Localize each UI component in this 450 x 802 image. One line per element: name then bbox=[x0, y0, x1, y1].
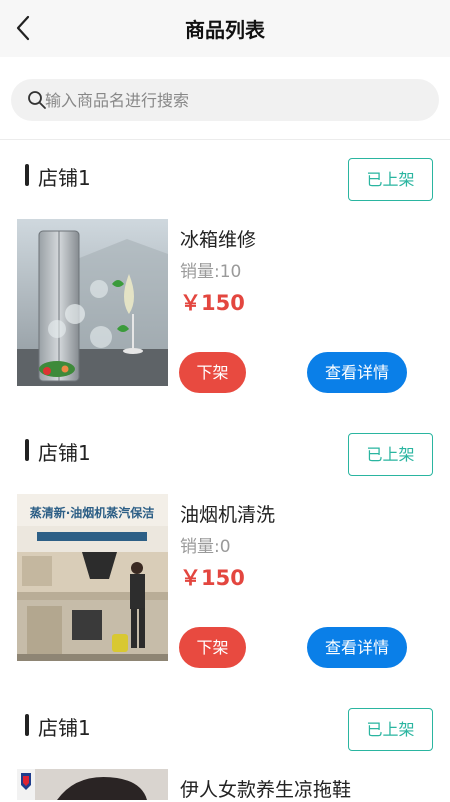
product-name: 冰箱维修 bbox=[180, 229, 257, 251]
store-name: 店铺1 bbox=[38, 716, 91, 740]
product-image[interactable]: 蒸清新·油烟机蒸汽保洁 bbox=[17, 494, 168, 661]
view-details-button[interactable]: 查看详情 bbox=[307, 352, 407, 393]
search-icon bbox=[28, 91, 46, 109]
view-details-button[interactable]: 查看详情 bbox=[307, 627, 407, 668]
store-indicator bbox=[25, 714, 29, 736]
product-card: 店铺1 已上架 伊人女款养生凉拖鞋 bbox=[0, 690, 450, 801]
listed-status-button[interactable]: 已上架 bbox=[348, 158, 433, 201]
product-price: ￥150 bbox=[180, 291, 245, 315]
store-name: 店铺1 bbox=[38, 441, 91, 465]
product-card: 店铺1 已上架 冰箱维修 销量:10 ￥150 下架 查看详情 bbox=[0, 140, 450, 415]
product-card: 店铺1 已上架 蒸清新·油烟机蒸汽保洁 油烟机清洗 销量:0 ￥150 下架 查… bbox=[0, 415, 450, 690]
sales-count: 销量:10 bbox=[180, 262, 242, 282]
search-input[interactable] bbox=[45, 79, 425, 121]
store-indicator bbox=[25, 439, 29, 461]
page-title: 商品列表 bbox=[185, 18, 265, 42]
listed-status-button[interactable]: 已上架 bbox=[348, 708, 433, 751]
store-name: 店铺1 bbox=[38, 166, 91, 190]
take-offline-button[interactable]: 下架 bbox=[179, 352, 246, 393]
product-price: ￥150 bbox=[180, 566, 245, 590]
product-image[interactable] bbox=[17, 219, 168, 386]
sales-count: 销量:0 bbox=[180, 537, 231, 557]
store-indicator bbox=[25, 164, 29, 186]
image-caption: 蒸清新·油烟机蒸汽保洁 bbox=[30, 505, 155, 520]
app-header: 商品列表 bbox=[0, 0, 450, 57]
search-bar[interactable] bbox=[11, 79, 439, 121]
listed-status-button[interactable]: 已上架 bbox=[348, 433, 433, 476]
take-offline-button[interactable]: 下架 bbox=[179, 627, 246, 668]
product-name: 油烟机清洗 bbox=[180, 504, 276, 526]
search-section bbox=[0, 57, 450, 139]
product-image[interactable] bbox=[17, 769, 168, 800]
product-name: 伊人女款养生凉拖鞋 bbox=[180, 779, 352, 801]
